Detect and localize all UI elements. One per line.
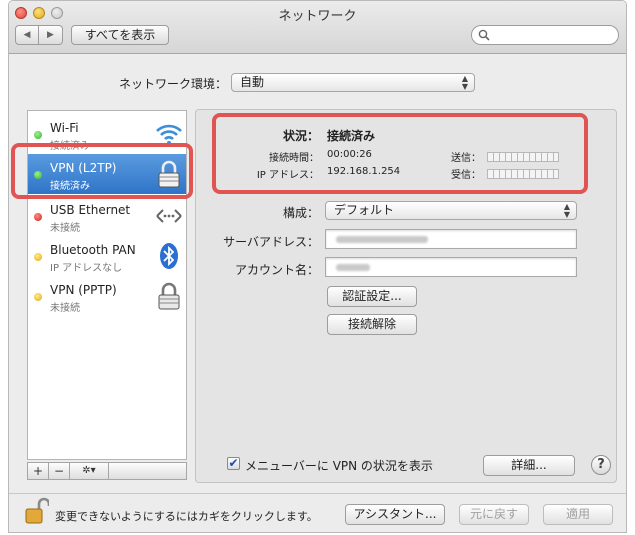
apply-button[interactable]: 適用 <box>543 504 613 525</box>
revert-button[interactable]: 元に戻す <box>459 504 529 525</box>
menu-status-checkbox[interactable]: ✔ <box>227 457 240 470</box>
service-name: Bluetooth PAN <box>50 243 136 257</box>
add-service-button[interactable]: + <box>27 462 49 480</box>
selected-service-highlight <box>11 143 193 199</box>
config-select[interactable]: デフォルト ▲ ▼ <box>325 201 577 220</box>
ethernet-arrows-icon <box>156 209 182 223</box>
network-preferences-window: ネットワーク ◀ ▶ すべてを表示 ネットワーク環境： 自動 ▲ ▼ Wi-Fi … <box>8 0 627 533</box>
auth-settings-button[interactable]: 認証設定... <box>327 286 417 307</box>
footer-divider <box>9 493 626 494</box>
search-field[interactable] <box>471 25 619 45</box>
service-item-vpn-pptp[interactable]: VPN (PPTP) 未接続 <box>28 276 186 316</box>
location-value: 自動 <box>240 75 265 89</box>
service-status: 未接続 <box>50 223 80 234</box>
account-name-label: アカウント名： <box>234 263 319 277</box>
status-dot <box>34 253 42 261</box>
window-title: ネットワーク <box>278 9 357 24</box>
nav-buttons: ◀ ▶ <box>15 25 65 45</box>
status-dot <box>34 213 42 221</box>
service-item-usb-ethernet[interactable]: USB Ethernet 未接続 <box>28 196 186 236</box>
service-name: USB Ethernet <box>50 203 131 217</box>
location-select[interactable]: 自動 ▲ ▼ <box>231 73 475 92</box>
service-status: IP アドレスなし <box>50 263 123 274</box>
server-address-label: サーバアドレス： <box>223 235 319 249</box>
title-bar: ネットワーク ◀ ▶ すべてを表示 <box>9 1 626 54</box>
status-info-highlight <box>212 113 588 194</box>
back-button[interactable]: ◀ <box>15 25 39 45</box>
unlocked-padlock-icon[interactable] <box>25 497 49 525</box>
status-dot <box>34 131 42 139</box>
forward-button[interactable]: ▶ <box>39 25 63 45</box>
location-label: ネットワーク環境： <box>118 77 227 91</box>
advanced-button[interactable]: 詳細... <box>483 455 575 476</box>
lock-icon <box>158 282 180 310</box>
bluetooth-icon <box>160 243 178 269</box>
search-icon <box>478 29 490 41</box>
disconnect-button[interactable]: 接続解除 <box>327 314 417 335</box>
gear-menu-button[interactable]: ✲▾ <box>69 462 109 480</box>
menu-status-label[interactable]: メニューバーに VPN の状況を表示 <box>245 457 433 474</box>
service-name: VPN (PPTP) <box>50 283 117 297</box>
service-item-bluetooth-pan[interactable]: Bluetooth PAN IP アドレスなし <box>28 236 186 276</box>
remove-service-button[interactable]: − <box>48 462 70 480</box>
status-dot <box>34 293 42 301</box>
config-label: 構成： <box>282 206 319 220</box>
service-status: 未接続 <box>50 303 80 314</box>
select-arrows-icon: ▲ ▼ <box>461 74 468 91</box>
lock-hint-text: 変更できないようにするにはカギをクリックします。 <box>55 510 318 523</box>
redacted-text <box>336 236 428 243</box>
assistant-button[interactable]: アシスタント... <box>345 504 445 525</box>
show-all-button[interactable]: すべてを表示 <box>71 25 169 45</box>
server-address-field[interactable] <box>325 229 577 249</box>
toolbar-filler <box>109 462 187 480</box>
service-list-toolbar: + − ✲▾ <box>27 462 187 480</box>
redacted-text <box>336 264 370 271</box>
service-name: Wi-Fi <box>50 121 79 135</box>
account-name-field[interactable] <box>325 257 577 277</box>
select-arrows-icon: ▲ ▼ <box>563 202 570 219</box>
config-value: デフォルト <box>334 203 395 217</box>
help-button[interactable]: ? <box>591 455 611 475</box>
